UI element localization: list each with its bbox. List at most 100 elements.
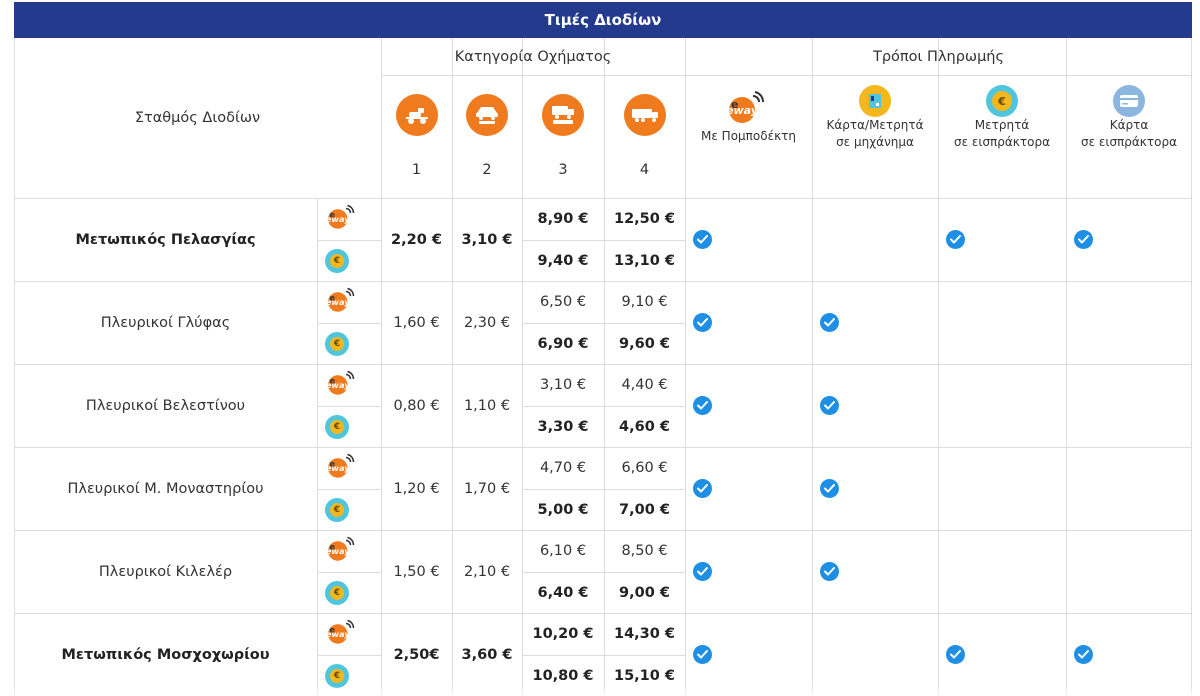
price-cat1: 2,50€ — [393, 646, 440, 663]
euro-coin-icon: € — [325, 249, 349, 273]
vehicle-category-number: 3 — [558, 162, 568, 178]
price-cat4-cash: 13,10 € — [613, 252, 675, 269]
price-cat4-transponder: 14,30 € — [613, 626, 675, 642]
toll-prices-table: Σταθμός Διοδίων Κατηγορία Οχήματος Τρόποι … — [14, 38, 1192, 696]
check-icon — [820, 562, 839, 581]
svg-text:e: e — [330, 625, 336, 635]
payment-label-line1: Με Πομποδέκτη — [701, 129, 796, 143]
price-cat2: 2,30 € — [463, 314, 511, 331]
eway-logo-icon: eway e — [325, 287, 355, 313]
grid-hline — [381, 75, 1192, 76]
check-icon — [693, 313, 712, 332]
svg-text:e: e — [330, 459, 336, 469]
euro-coin-icon: € — [325, 498, 349, 522]
svg-text:e: e — [330, 542, 336, 552]
eway-logo-icon: eway e — [325, 453, 355, 479]
price-cat2: 3,10 € — [461, 231, 513, 248]
check-icon — [693, 562, 712, 581]
price-cat2: 2,10 € — [463, 563, 511, 580]
price-cat1: 1,50 € — [393, 563, 440, 580]
price-cat4-transponder: 9,10 € — [621, 294, 668, 310]
table-row: Μετωπικός Μοσχοχωρίου eway e €2,50€ 3,60 € 10… — [14, 613, 1192, 696]
table-row: Πλευρικοί Γλύφας eway e €1,60 € 2,30 € 6,50 €… — [14, 281, 1192, 364]
check-icon — [820, 479, 839, 498]
table-row: Μετωπικός Πελασγίας eway e €2,20 € 3,10 € 8,9… — [14, 198, 1192, 281]
price-cat4-transponder: 6,60 € — [621, 460, 668, 476]
payment-method-label: Κάρτα σε εισπράκτορα — [1066, 117, 1192, 151]
price-cat4-transponder: 4,40 € — [621, 377, 668, 393]
station-name: Πλευρικοί Βελεστίνου — [85, 397, 246, 414]
price-cat3-transponder: 4,70 € — [539, 460, 587, 476]
payment-label-line1: Κάρτα — [1109, 118, 1149, 132]
euro-coin-icon: € — [325, 415, 349, 439]
payment-label-line2: σε εισπράκτορα — [954, 135, 1050, 149]
price-cat2: 3,60 € — [461, 646, 513, 663]
svg-text:e: e — [330, 376, 336, 386]
payment-method-label: Κάρτα/Μετρητά σε μηχάνημα — [812, 117, 938, 151]
svg-text:e: e — [330, 210, 336, 220]
price-cat2: 1,10 € — [463, 397, 511, 414]
bus-truck-icon — [542, 94, 584, 136]
price-cat1: 2,20 € — [391, 231, 442, 248]
check-icon — [946, 230, 965, 249]
station-column-header: Σταθμός Διοδίων — [134, 110, 261, 126]
station-name: Μετωπικός Μοσχοχωρίου — [61, 646, 270, 663]
eway-logo-icon: eway e — [325, 370, 355, 396]
price-cat2: 1,70 € — [463, 480, 511, 497]
table-row: Πλευρικοί Κιλελέρ eway e €1,50 € 2,10 € 6,10 … — [14, 530, 1192, 613]
payment-label-line1: Μετρητά — [974, 118, 1030, 132]
vehicle-category-number: 1 — [411, 162, 422, 178]
price-cat4-cash: 9,00 € — [619, 584, 670, 601]
price-cat3-cash: 6,40 € — [537, 584, 589, 601]
eway-logo-icon: eway e — [325, 619, 355, 645]
price-cat3-transponder: 3,10 € — [539, 377, 587, 393]
table-row: Πλευρικοί Βελεστίνου eway e €0,80 € 1,10 € 3,… — [14, 364, 1192, 447]
price-cat3-transponder: 10,20 € — [532, 626, 594, 642]
payment-label-line2: σε εισπράκτορα — [1081, 135, 1177, 149]
price-cat4-cash: 9,60 € — [619, 335, 670, 352]
vehicle-category-number: 4 — [639, 162, 650, 178]
check-icon — [693, 230, 712, 249]
price-cat1: 0,80 € — [393, 397, 440, 414]
check-icon — [693, 479, 712, 498]
check-icon — [1074, 645, 1093, 664]
payment-method-label: Με Πομποδέκτη — [685, 128, 812, 145]
payment-methods-header: Τρόποι Πληρωμής — [873, 48, 1004, 65]
check-icon — [946, 645, 965, 664]
heavy-truck-icon — [623, 94, 666, 136]
price-cat3-transponder: 6,50 € — [539, 294, 587, 310]
euro-coin-icon: € — [325, 332, 349, 356]
station-name: Πλευρικοί Γλύφας — [100, 314, 231, 331]
check-icon — [693, 396, 712, 415]
price-cat4-cash: 7,00 € — [619, 501, 670, 518]
price-cat3-transponder: 6,10 € — [539, 543, 587, 559]
price-cat4-transponder: 8,50 € — [621, 543, 668, 559]
table-row: Πλευρικοί Μ. Μοναστηρίου eway e €1,20 € 1,70… — [14, 447, 1192, 530]
station-name: Μετωπικός Πελασγίας — [75, 231, 256, 248]
eway-logo-icon: eway e — [325, 536, 355, 562]
price-cat4-cash: 4,60 € — [619, 418, 670, 435]
payment-label-line2: σε μηχάνημα — [836, 135, 914, 149]
price-cat1: 1,20 € — [393, 480, 440, 497]
price-cat3-cash: 5,00 € — [537, 501, 589, 518]
table-title: Τιμές Διοδίων — [14, 2, 1192, 38]
bottom-fade — [0, 686, 1200, 696]
euro-coin-icon: € — [986, 85, 1018, 117]
credit-card-icon — [1113, 85, 1145, 117]
check-icon — [693, 645, 712, 664]
price-cat3-transponder: 8,90 € — [537, 211, 589, 227]
eway-logo-icon: eway e — [325, 204, 355, 230]
vehicle-category-header: Κατηγορία Οχήματος — [454, 48, 612, 65]
motorcycle-icon — [395, 94, 438, 136]
price-cat1: 1,60 € — [393, 314, 440, 331]
card-cash-machine-icon — [859, 85, 891, 117]
price-cat3-cash: 3,30 € — [537, 418, 589, 435]
station-name: Πλευρικοί Μ. Μοναστηρίου — [67, 480, 264, 497]
euro-coin-icon: € — [325, 581, 349, 605]
check-icon — [820, 396, 839, 415]
euro-coin-icon: € — [325, 664, 349, 688]
svg-text:e: e — [330, 293, 336, 303]
vehicle-category-number: 2 — [482, 162, 492, 178]
price-cat3-cash: 6,90 € — [537, 335, 589, 352]
payment-method-label: Μετρητά σε εισπράκτορα — [938, 117, 1066, 151]
